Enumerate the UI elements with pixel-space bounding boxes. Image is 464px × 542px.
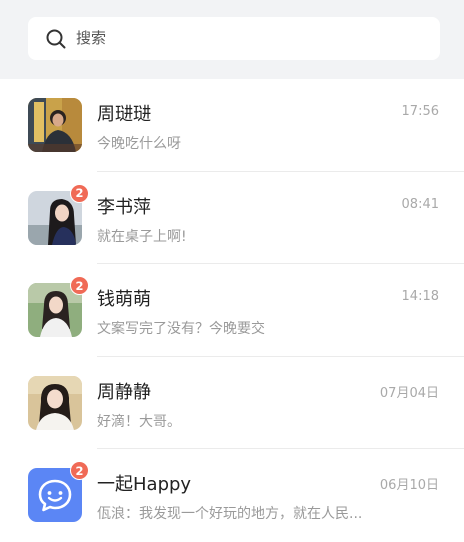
unread-badge: 2 (70, 461, 89, 480)
chat-item[interactable]: 2 一起Happy 06月10日 佤浪：我发现一个好玩的地方，就在人民... (0, 449, 464, 542)
chat-preview: 好滴！大哥。 (97, 413, 181, 430)
unread-badge: 2 (70, 276, 89, 295)
chat-item[interactable]: 2 钱萌萌 14:18 文案写完了没有？今晚要交 (0, 264, 464, 357)
search-input[interactable] (76, 23, 416, 53)
chat-name: 一起Happy (97, 474, 192, 495)
chat-time: 17:56 (401, 104, 439, 119)
chat-time: 06月10日 (379, 478, 439, 493)
chat-item[interactable]: 周琎琎 17:56 今晚吃什么呀 (0, 79, 464, 172)
chat-preview: 就在桌子上啊! (97, 228, 187, 245)
chat-item[interactable]: 2 李书萍 08:41 就在桌子上啊! (0, 172, 464, 264)
chat-preview: 文案写完了没有？今晚要交 (97, 321, 265, 337)
chat-preview: 佤浪：我发现一个好玩的地方，就在人民... (97, 506, 363, 522)
chat-name: 周琎琎 (97, 104, 151, 125)
chat-name: 钱萌萌 (97, 289, 151, 310)
chat-time: 14:18 (401, 289, 439, 304)
search-bar (0, 0, 464, 79)
chat-time: 07月04日 (379, 385, 439, 401)
chat-name: 李书萍 (97, 196, 151, 218)
unread-badge: 2 (70, 183, 89, 203)
chat-preview: 今晚吃什么呀 (97, 136, 181, 152)
chat-item[interactable]: 周静静 07月04日 好滴！大哥。 (0, 357, 464, 449)
chat-name: 周静静 (97, 381, 151, 403)
avatar (28, 98, 82, 152)
chat-list: 周琎琎 17:56 今晚吃什么呀 2 李书萍 08:41 就在桌子上啊! 2 钱… (0, 79, 464, 542)
search-icon (46, 29, 66, 49)
search-box[interactable] (28, 17, 440, 60)
avatar (28, 375, 82, 430)
chat-time: 08:41 (401, 196, 439, 212)
